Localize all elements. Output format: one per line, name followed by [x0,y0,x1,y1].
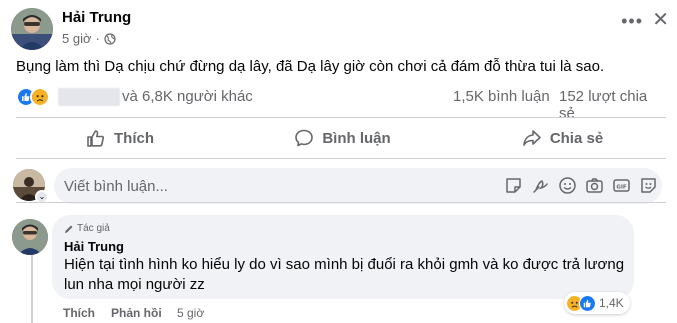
blurred-names [58,88,120,106]
author-badge-label: Tác giả [77,223,110,234]
comment-count[interactable]: 1,5K bình luận [453,88,550,105]
author-avatar[interactable] [11,8,53,50]
thread-line [31,253,33,323]
share-button-label: Chia sẻ [549,129,604,147]
comment-bubble-icon [295,129,314,147]
pen-icon [65,225,73,233]
author-name[interactable]: Hải Trung [62,9,131,26]
divider [16,158,666,159]
comment-text: Hiện tại tình hình ko hiểu ly do vì sao … [64,256,625,293]
share-button[interactable]: Chia sẻ [510,121,615,155]
svg-text:GIF: GIF [616,184,627,190]
comment-reactions[interactable]: 1,4K [564,292,630,314]
comment-author[interactable]: Hải Trung [64,239,124,254]
gif-icon[interactable]: GIF [612,176,631,195]
commenter-avatar[interactable] [12,219,48,255]
close-button[interactable]: ✕ [652,10,669,30]
reactions-summary: và 6,8K người khác 1,5K bình luận 152 lư… [16,87,666,122]
post-text: Bụng làm thì Dạ chịu chứ đừng dạ lây, đã… [16,58,605,75]
sticker-icon[interactable] [504,176,523,195]
like-reaction-icon [579,294,596,312]
post-meta: 5 giờ · [62,31,116,46]
comment-button[interactable]: Bình luận [280,121,405,155]
more-options-button[interactable]: ••• [621,12,643,30]
like-button[interactable]: Thích [70,121,170,155]
avatar-sticker-icon[interactable] [639,176,658,195]
thumbs-up-icon [87,130,105,147]
scribble-icon[interactable] [531,176,550,195]
reaction-names[interactable]: và 6,8K người khác [122,88,253,105]
composer-tools: GIF [504,176,658,195]
comment-button-label: Bình luận [322,129,391,147]
comment-like-button[interactable]: Thích [63,306,95,320]
share-arrow-icon [523,130,541,146]
divider [16,202,666,203]
post-time[interactable]: 5 giờ [62,31,92,46]
author-badge: Tác giả [64,223,110,234]
globe-icon [104,32,116,45]
emoji-icon[interactable] [558,176,577,195]
sad-reaction-icon[interactable] [30,87,50,107]
camera-icon[interactable] [585,176,604,195]
comment-reaction-count: 1,4K [599,296,624,310]
comment-reply-button[interactable]: Phản hồi [111,306,162,320]
like-button-label: Thích [114,129,154,147]
divider [16,117,666,118]
comment-time[interactable]: 5 giờ [177,306,204,320]
